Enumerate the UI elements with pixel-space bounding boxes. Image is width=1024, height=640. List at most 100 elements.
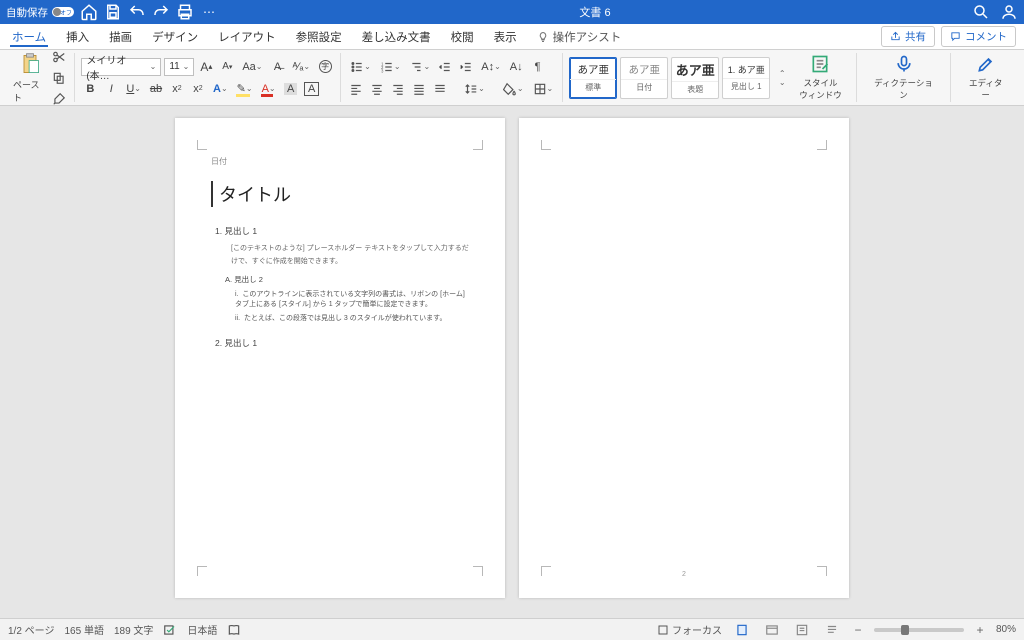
editor-button[interactable]: エディター	[957, 54, 1014, 101]
subscript-button[interactable]: x2	[168, 80, 186, 98]
tab-layout[interactable]: レイアウト	[208, 24, 286, 49]
home-icon[interactable]	[80, 3, 98, 21]
slider-thumb-icon[interactable]	[901, 625, 909, 635]
share-button[interactable]: 共有	[881, 26, 935, 47]
comments-button[interactable]: コメント	[941, 26, 1016, 47]
tab-design[interactable]: デザイン	[142, 24, 208, 49]
save-icon[interactable]	[104, 3, 122, 21]
view-draft[interactable]	[822, 622, 842, 638]
tab-references[interactable]: 参照設定	[286, 24, 352, 49]
highlight-button[interactable]: ✎ ⌄	[234, 80, 256, 98]
tell-me-search[interactable]: 操作アシスト	[527, 29, 632, 45]
styles-pane-button[interactable]: スタイル ウィンドウ	[791, 54, 850, 101]
italic-button[interactable]: I	[102, 80, 120, 98]
decrease-indent-button[interactable]	[436, 58, 454, 76]
margin-corner-icon	[197, 566, 207, 576]
character-shading-button[interactable]: A	[282, 80, 300, 98]
numbering-button[interactable]: 123⌄	[377, 58, 404, 76]
doc-date-placeholder[interactable]: 日付	[211, 156, 469, 167]
margin-corner-icon	[473, 140, 483, 150]
phonetic-guide-button[interactable]: ᴬ⁄ₐ ⌄	[290, 58, 314, 76]
distribute-button[interactable]	[431, 80, 449, 98]
zoom-level[interactable]: 80%	[996, 624, 1016, 635]
doc-heading1[interactable]: 1. 見出し 1	[215, 225, 469, 237]
status-focus[interactable]: フォーカス	[657, 622, 722, 637]
borders-button[interactable]: ⌄	[530, 80, 557, 98]
status-accessibility[interactable]	[227, 623, 241, 637]
align-right-button[interactable]	[389, 80, 407, 98]
style-date[interactable]: あア亜日付	[620, 57, 668, 99]
font-name-combo[interactable]: メイリオ (本…⌄	[81, 58, 161, 76]
justify-button[interactable]	[410, 80, 428, 98]
sort-button[interactable]: A↓	[507, 58, 526, 76]
page-2[interactable]: 2	[519, 118, 849, 598]
tab-draw[interactable]: 描画	[99, 24, 142, 49]
grow-font-button[interactable]: A▴	[197, 58, 215, 76]
autosave-control[interactable]: 自動保存 オフ	[6, 5, 74, 20]
line-spacing-button[interactable]: ⌄	[461, 80, 488, 98]
superscript-button[interactable]: x2	[189, 80, 207, 98]
doc-heading3[interactable]: i. このアウトラインに表示されている文字列の書式は、リボンの [ホーム] タブ…	[235, 289, 469, 309]
share-icon	[890, 31, 901, 42]
doc-title-placeholder[interactable]: タイトル	[211, 181, 469, 207]
enclose-characters-button[interactable]: 字	[316, 58, 334, 76]
doc-heading3[interactable]: ii. たとえば、この段落では見出し 3 のスタイルが使われています。	[235, 313, 469, 323]
zoom-out-button[interactable]: −	[852, 623, 864, 637]
status-words[interactable]: 165 単語	[64, 622, 103, 637]
shrink-font-button[interactable]: A▾	[218, 58, 236, 76]
doc-heading2[interactable]: A. 見出し 2	[225, 274, 469, 285]
tab-view[interactable]: 表示	[484, 24, 527, 49]
strikethrough-button[interactable]: ab	[147, 80, 165, 98]
paste-button[interactable]: ペースト	[10, 52, 50, 104]
print-icon[interactable]	[176, 3, 194, 21]
style-heading1[interactable]: 1. あア亜見出し 1	[722, 57, 770, 99]
zoom-in-button[interactable]: +	[974, 623, 986, 637]
status-chars[interactable]: 189 文字	[114, 622, 153, 637]
tab-insert[interactable]: 挿入	[56, 24, 99, 49]
redo-icon[interactable]	[152, 3, 170, 21]
change-case-button[interactable]: Aa ⌄	[239, 58, 265, 76]
doc-heading1[interactable]: 2. 見出し 1	[215, 337, 469, 349]
more-icon[interactable]: ⋯	[200, 3, 218, 21]
shading-button[interactable]: ⌄	[500, 80, 527, 98]
view-print-layout[interactable]	[732, 622, 752, 638]
copy-button[interactable]	[50, 69, 68, 87]
style-title[interactable]: あア亜表題	[671, 57, 719, 99]
multilevel-list-button[interactable]: ⌄	[407, 58, 434, 76]
page-1[interactable]: 日付 タイトル 1. 見出し 1 [このテキストのような] プレースホルダー テ…	[175, 118, 505, 598]
character-border-button[interactable]: A	[303, 80, 321, 98]
styles-more-button[interactable]: ⌃⌄	[773, 69, 791, 87]
asian-layout-button[interactable]: A↕⌄	[478, 58, 504, 76]
dictation-button[interactable]: ディクテーション	[863, 54, 945, 101]
bullets-button[interactable]: ⌄	[347, 58, 374, 76]
status-page[interactable]: 1/2 ページ	[8, 622, 54, 637]
cut-button[interactable]	[50, 48, 68, 66]
text-effects-button[interactable]: A ⌄	[210, 80, 231, 98]
increase-indent-button[interactable]	[457, 58, 475, 76]
view-web-layout[interactable]	[762, 622, 782, 638]
bold-button[interactable]: B	[81, 80, 99, 98]
tab-mailings[interactable]: 差し込み文書	[352, 24, 441, 49]
style-normal[interactable]: あア亜標準	[569, 57, 617, 99]
underline-button[interactable]: U ⌄	[123, 80, 144, 98]
status-language[interactable]: 日本語	[187, 622, 217, 637]
indent-icon	[459, 60, 473, 74]
view-outline[interactable]	[792, 622, 812, 638]
align-left-button[interactable]	[347, 80, 365, 98]
show-marks-button[interactable]: ¶	[529, 58, 547, 76]
clear-formatting-button[interactable]: A̶	[269, 58, 287, 76]
account-icon[interactable]	[1000, 3, 1018, 21]
document-canvas[interactable]: 日付 タイトル 1. 見出し 1 [このテキストのような] プレースホルダー テ…	[0, 106, 1024, 618]
font-color-button[interactable]: A ⌄	[259, 80, 279, 98]
font-size-combo[interactable]: 11⌄	[164, 58, 194, 76]
search-icon[interactable]	[972, 3, 990, 21]
autosave-toggle-icon[interactable]: オフ	[52, 7, 74, 17]
align-center-button[interactable]	[368, 80, 386, 98]
format-painter-button[interactable]	[50, 90, 68, 108]
status-spellcheck[interactable]	[163, 623, 177, 637]
zoom-slider[interactable]	[874, 628, 964, 632]
tab-home[interactable]: ホーム	[2, 24, 56, 49]
tab-review[interactable]: 校閲	[441, 24, 484, 49]
doc-body-text[interactable]: [このテキストのような] プレースホルダー テキストをタップして入力するだけで、…	[231, 243, 469, 268]
undo-icon[interactable]	[128, 3, 146, 21]
